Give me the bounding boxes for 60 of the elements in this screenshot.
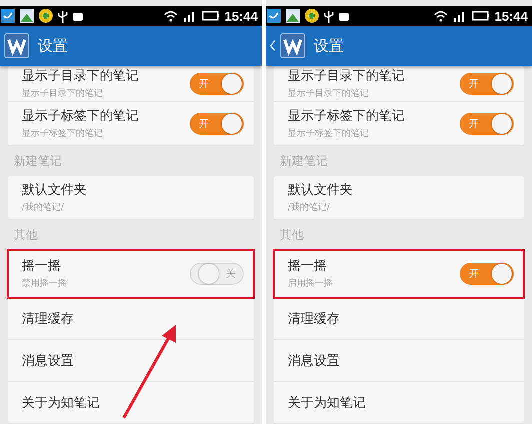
- setting-subtitle: /我的笔记/: [288, 202, 332, 214]
- settings-row[interactable]: 摇一摇 禁用摇一摇 关: [8, 250, 254, 298]
- section-header: 其他: [13, 226, 39, 244]
- wifi-icon: [164, 10, 178, 22]
- status-time: 15:44: [224, 8, 258, 24]
- setting-subtitle: /我的笔记/: [22, 202, 66, 214]
- setting-subtitle: 显示子标签下的笔记: [288, 128, 370, 140]
- setting-title: 显示子目录下的笔记: [288, 68, 405, 85]
- setting-subtitle: 显示子标签下的笔记: [22, 128, 104, 140]
- status-time: 15:44: [494, 8, 528, 24]
- settings-row[interactable]: 关于为知笔记: [8, 382, 254, 424]
- section-header: 新建笔记: [279, 152, 329, 170]
- screen-title: 设置: [314, 36, 344, 56]
- settings-row[interactable]: 显示子标签下的笔记 显示子标签下的笔记 开: [8, 102, 254, 146]
- setting-title: 显示子标签下的笔记: [22, 108, 139, 125]
- wifi-icon: [434, 10, 448, 22]
- battery-icon: [202, 10, 220, 22]
- settings-row[interactable]: 消息设置: [8, 340, 254, 382]
- setting-subtitle: 启用摇一摇: [288, 278, 333, 290]
- setting-title: 消息设置: [22, 352, 74, 370]
- signal-icon: [182, 10, 197, 22]
- back-icon[interactable]: [270, 40, 276, 52]
- setting-subtitle: 显示子目录下的笔记: [288, 88, 370, 100]
- settings-row[interactable]: 消息设置: [274, 340, 524, 382]
- plus-badge-icon: [39, 9, 53, 23]
- app-logo-icon[interactable]: [4, 33, 30, 59]
- plus-badge-icon: [305, 9, 319, 23]
- section-header: 新建笔记: [13, 152, 63, 170]
- section-header: 其他: [279, 226, 305, 244]
- image-icon: [286, 9, 300, 23]
- setting-title: 消息设置: [288, 352, 340, 370]
- setting-title: 显示子目录下的笔记: [22, 68, 139, 85]
- setting-title: 默认文件夹: [288, 182, 353, 199]
- screen-title: 设置: [38, 36, 68, 56]
- setting-subtitle: 显示子目录下的笔记: [22, 88, 104, 100]
- setting-title: 显示子标签下的笔记: [288, 108, 405, 125]
- app-logo-icon[interactable]: [280, 33, 306, 59]
- settings-row[interactable]: 关于为知笔记: [274, 382, 524, 424]
- setting-title: 默认文件夹: [22, 182, 87, 199]
- setting-title: 清理缓存: [22, 310, 74, 328]
- setting-title: 摇一摇: [22, 258, 62, 275]
- settings-row[interactable]: 默认文件夹 /我的笔记/: [274, 176, 524, 220]
- settings-row[interactable]: 显示子标签下的笔记 显示子标签下的笔记 开: [274, 102, 524, 146]
- settings-row[interactable]: 显示子目录下的笔记 显示子目录下的笔记 开: [8, 66, 254, 102]
- usb-icon: [58, 10, 68, 22]
- setting-title: 关于为知笔记: [288, 394, 366, 412]
- usb-icon: [324, 10, 334, 22]
- setting-title: 摇一摇: [288, 258, 328, 275]
- battery-icon: [472, 10, 490, 22]
- setting-subtitle: 禁用摇一摇: [22, 278, 67, 290]
- settings-row[interactable]: 清理缓存: [274, 298, 524, 340]
- setting-title: 关于为知笔记: [22, 394, 100, 412]
- settings-row[interactable]: 默认文件夹 /我的笔记/: [8, 176, 254, 220]
- app-notification-icon: [1, 9, 15, 23]
- setting-title: 清理缓存: [288, 310, 340, 328]
- app-notification-icon: [267, 9, 281, 23]
- settings-row[interactable]: 摇一摇 启用摇一摇 开: [274, 250, 524, 298]
- image-icon: [20, 9, 34, 23]
- signal-icon: [452, 10, 467, 22]
- settings-row[interactable]: 显示子目录下的笔记 显示子目录下的笔记 开: [274, 66, 524, 102]
